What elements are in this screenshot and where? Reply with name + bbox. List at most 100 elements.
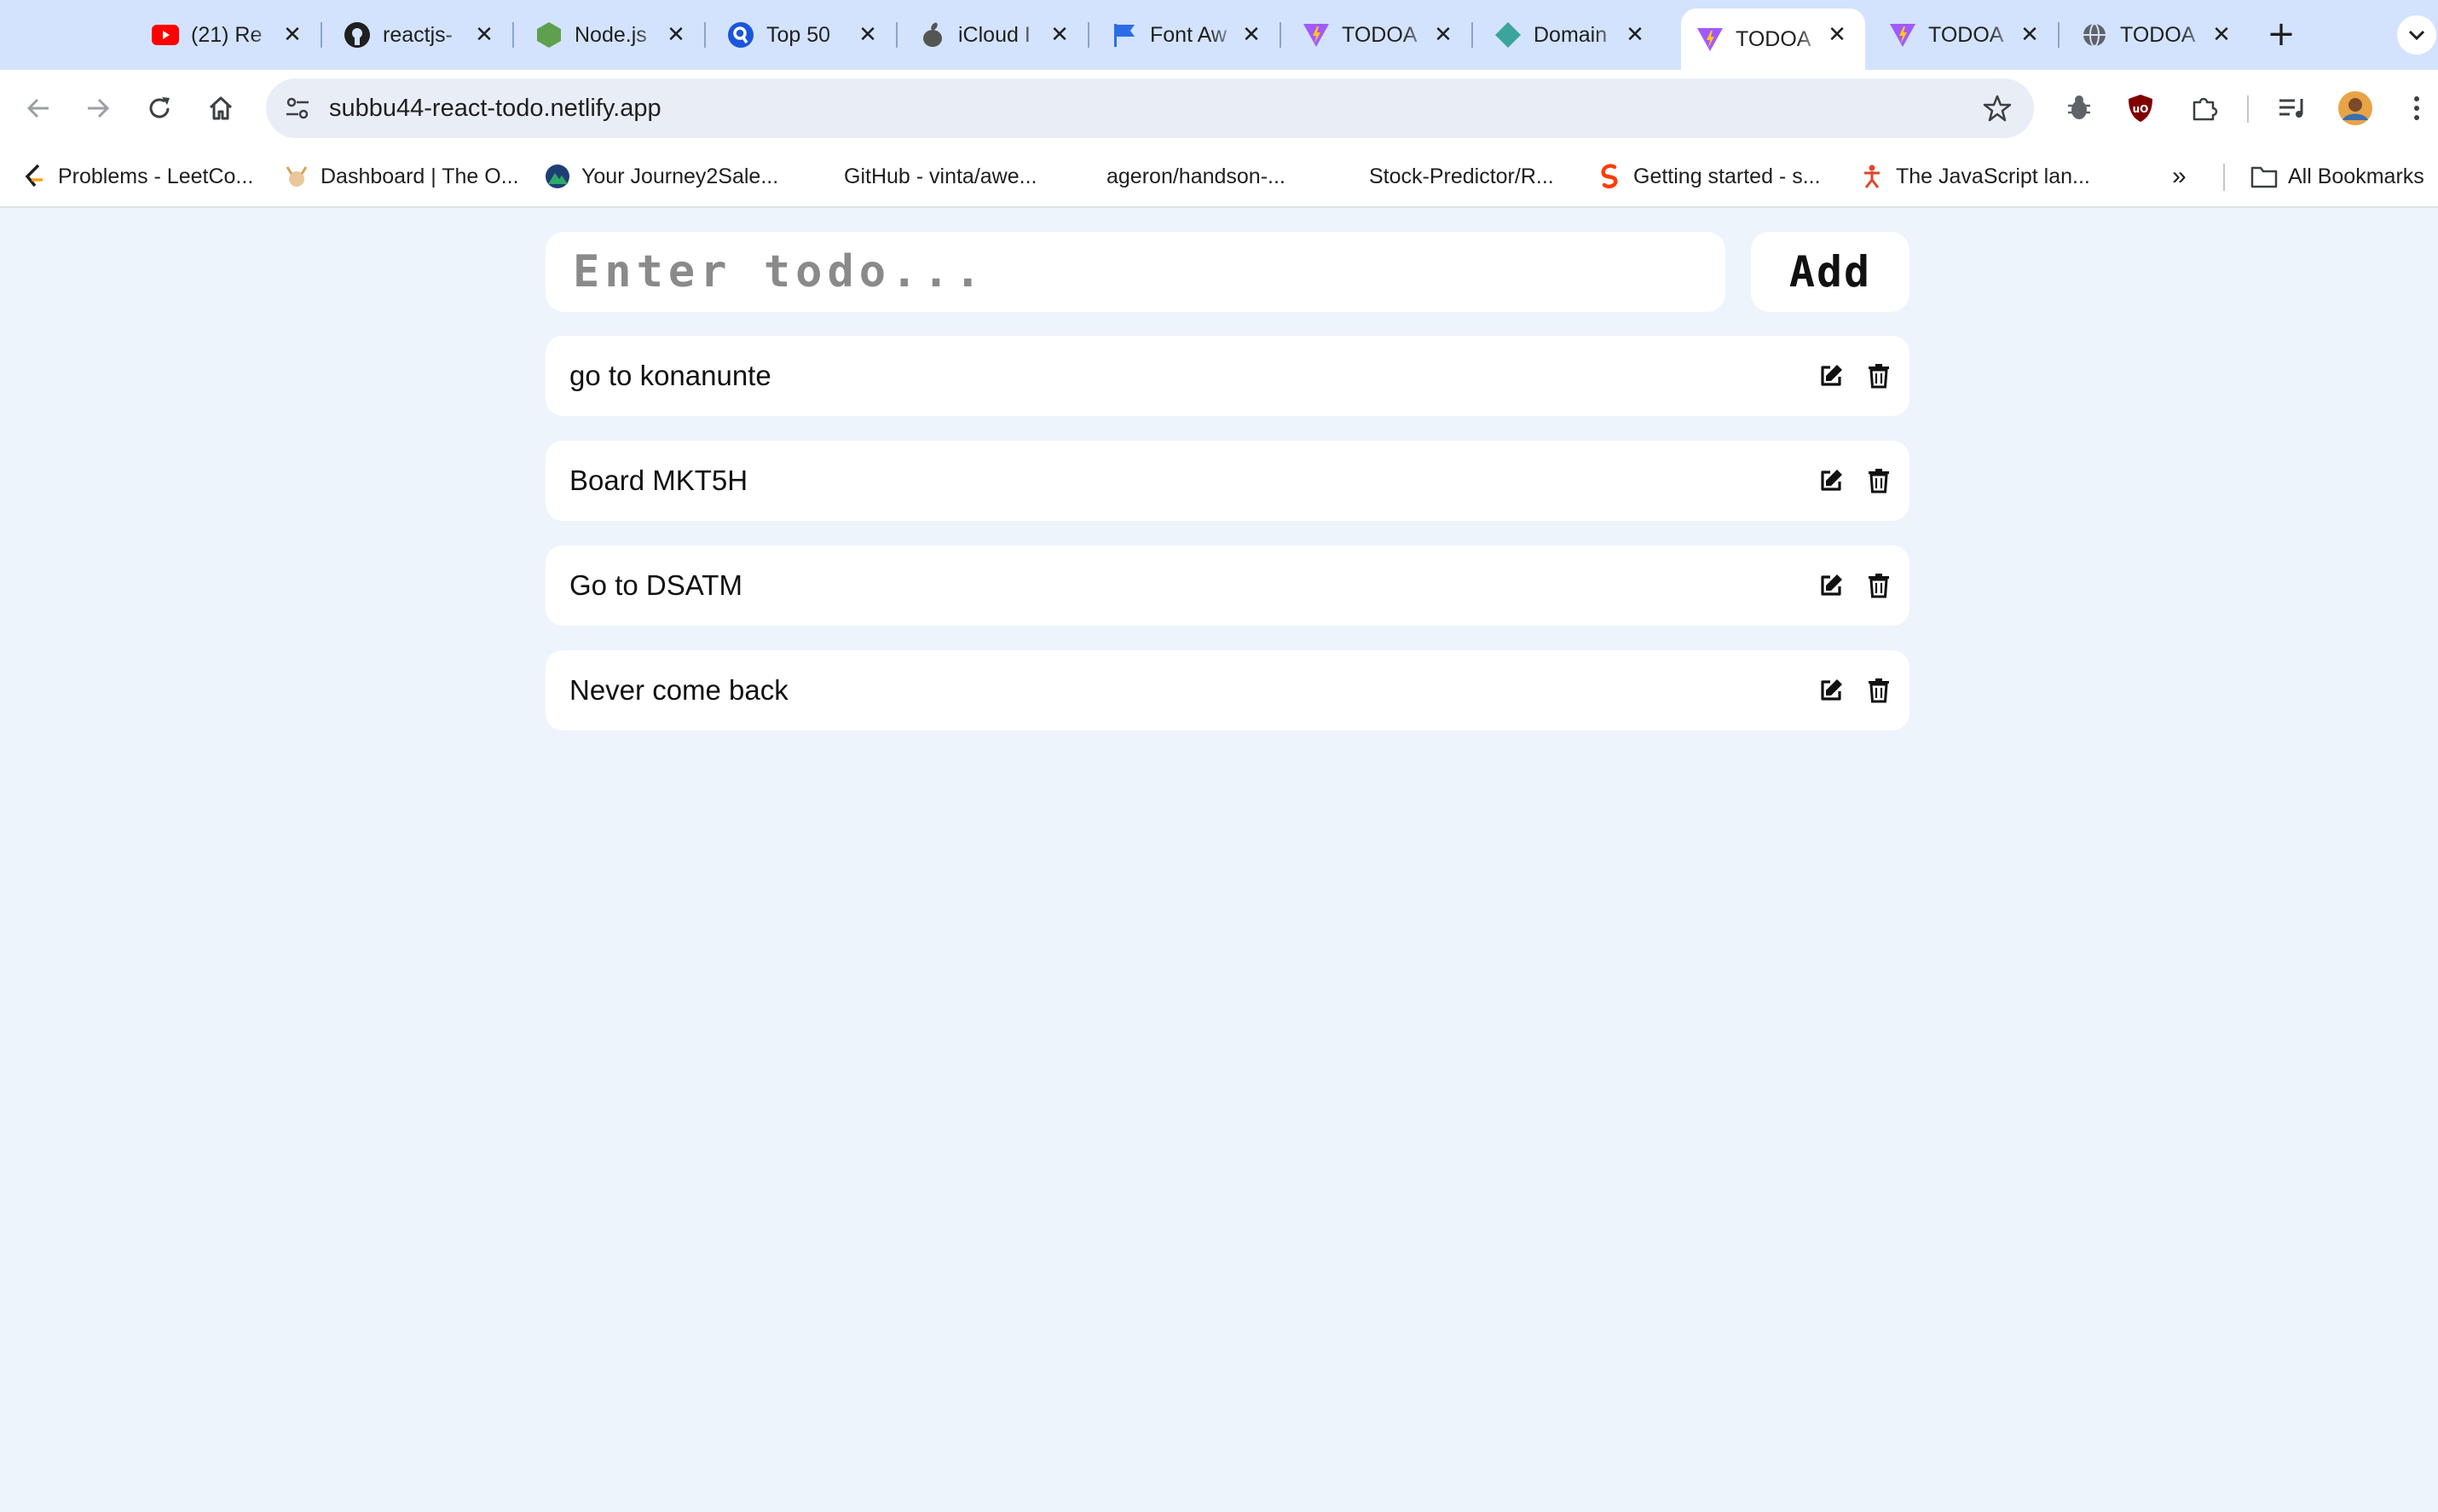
tab-separator: [896, 22, 898, 48]
more-menu-icon[interactable]: [2397, 89, 2436, 128]
close-tab-icon[interactable]: ✕: [1622, 22, 1648, 48]
trash-icon[interactable]: [1863, 361, 1894, 391]
tab-fontawesome[interactable]: Font Aw ✕: [1095, 9, 1281, 61]
chevron-down-icon: [2408, 30, 2425, 41]
bookmark-item[interactable]: GitHub - vinta/awe...: [844, 148, 1037, 205]
tab-todoa-1[interactable]: TODOA ✕: [1287, 9, 1473, 61]
todo-text: go to konanunte: [569, 360, 771, 391]
bookmark-item[interactable]: Your Journey2Sale...: [544, 148, 778, 205]
todo-text: Go to DSATM: [569, 569, 742, 601]
vite-icon: [1889, 21, 1916, 49]
todo-list: go to konanunte Board MKT5H Go to DSATM …: [546, 336, 1909, 755]
tab-todoa-3[interactable]: TODOA ✕: [2065, 9, 2250, 61]
todo-input[interactable]: [546, 232, 1725, 312]
tab-separator: [1088, 22, 1089, 48]
search-q-icon: [727, 21, 754, 49]
trash-icon[interactable]: [1863, 570, 1894, 601]
forward-button[interactable]: [77, 87, 119, 130]
address-bar[interactable]: subbu44-react-todo.netlify.app: [266, 78, 2034, 138]
edit-icon[interactable]: [1816, 465, 1846, 496]
tab-title: Node.js: [575, 22, 647, 47]
add-button[interactable]: Add: [1751, 232, 1909, 312]
todo-text: Never come back: [569, 674, 789, 706]
tab-title: TODOA: [1736, 26, 1811, 51]
edit-icon[interactable]: [1816, 361, 1846, 391]
tab-separator: [1471, 22, 1473, 48]
close-tab-icon[interactable]: ✕: [471, 22, 497, 48]
youtube-icon: [152, 21, 179, 49]
reload-icon: [149, 97, 170, 118]
reload-button[interactable]: [138, 87, 181, 130]
media-controls-icon[interactable]: [2273, 89, 2312, 128]
todo-item: Go to DSATM: [546, 545, 1909, 626]
bookmark-label: Problems - LeetCo...: [58, 164, 254, 188]
mountain-icon: [544, 163, 571, 190]
close-tab-icon[interactable]: ✕: [2209, 22, 2234, 48]
bookmark-item[interactable]: The JavaScript lan...: [1858, 148, 2090, 205]
close-tab-icon[interactable]: ✕: [855, 22, 881, 48]
tab-github[interactable]: reactjs- ✕: [328, 9, 514, 61]
arrow-left-icon: [26, 98, 49, 118]
edit-icon[interactable]: [1816, 570, 1846, 601]
all-bookmarks-button[interactable]: All Bookmarks: [2250, 148, 2424, 205]
bookmark-item[interactable]: Problems - LeetCo...: [20, 148, 253, 205]
viking-icon: [283, 163, 310, 190]
tab-title: Top 50: [766, 22, 831, 47]
tab-todoa-active[interactable]: TODOA ✕: [1681, 9, 1865, 70]
tab-separator: [2058, 22, 2060, 48]
tab-title: iCloud I: [958, 22, 1031, 47]
tab-nodejs[interactable]: Node.js ✕: [520, 9, 706, 61]
bookmark-label: Your Journey2Sale...: [581, 164, 779, 188]
home-button[interactable]: [199, 87, 242, 130]
tab-title: TODOA: [1928, 22, 2004, 47]
bookmark-label: Getting started - s...: [1633, 164, 1821, 188]
vite-icon: [1696, 26, 1724, 53]
tab-title: Domain: [1534, 22, 1608, 47]
tab-separator: [1280, 22, 1281, 48]
apple-icon: [919, 21, 946, 49]
ublock-shield-icon[interactable]: uO: [2121, 89, 2160, 128]
globe-icon: [2081, 21, 2108, 49]
svelte-icon: [1596, 163, 1623, 190]
tab-icloud[interactable]: iCloud I ✕: [904, 9, 1089, 61]
close-tab-icon[interactable]: ✕: [663, 22, 689, 48]
github-icon: [344, 21, 371, 49]
tab-title: reactjs-: [383, 22, 453, 47]
back-button[interactable]: [17, 87, 60, 130]
bookmarks-overflow-button[interactable]: »: [2172, 148, 2187, 205]
close-tab-icon[interactable]: ✕: [1824, 22, 1850, 48]
trash-icon[interactable]: [1863, 465, 1894, 496]
close-tab-icon[interactable]: ✕: [1047, 22, 1072, 48]
bookmark-item[interactable]: ageron/handson-...: [1106, 148, 1285, 205]
extensions-puzzle-icon[interactable]: [2184, 89, 2223, 128]
chevron-double-right-icon: »: [2172, 162, 2187, 190]
site-info-icon[interactable]: [281, 92, 314, 124]
flag-icon: [1111, 21, 1138, 49]
close-tab-icon[interactable]: ✕: [2017, 22, 2042, 48]
tab-separator: [704, 22, 706, 48]
svg-text:uO: uO: [2133, 103, 2149, 115]
bookmark-item[interactable]: Dashboard | The O...: [283, 148, 519, 205]
trash-icon[interactable]: [1863, 675, 1894, 706]
tab-title: TODOA: [2120, 22, 2196, 47]
tab-separator: [321, 22, 322, 48]
figure-icon: [1858, 163, 1886, 190]
bookmark-star-icon[interactable]: [1979, 90, 2015, 126]
new-tab-button[interactable]: +: [2264, 14, 2298, 54]
tab-todoa-2[interactable]: TODOA ✕: [1874, 9, 2060, 61]
profile-avatar[interactable]: [2336, 89, 2375, 128]
close-tab-icon[interactable]: ✕: [1430, 22, 1456, 48]
edit-icon[interactable]: [1816, 675, 1846, 706]
close-tab-icon[interactable]: ✕: [1239, 22, 1264, 48]
url-text[interactable]: subbu44-react-todo.netlify.app: [329, 78, 661, 138]
bookmarks-divider: [2223, 164, 2225, 191]
tab-top50[interactable]: Top 50 ✕: [712, 9, 898, 61]
todo-text: Board MKT5H: [569, 465, 748, 496]
close-tab-icon[interactable]: ✕: [280, 22, 305, 48]
tab-search-button[interactable]: [2397, 15, 2436, 55]
bookmark-item[interactable]: Stock-Predictor/R...: [1369, 148, 1554, 205]
tab-domain[interactable]: Domain ✕: [1479, 9, 1663, 61]
bug-extension-icon[interactable]: [2060, 89, 2099, 128]
tab-youtube[interactable]: (21) Re ✕: [136, 9, 322, 61]
bookmark-item[interactable]: Getting started - s...: [1596, 148, 1821, 205]
